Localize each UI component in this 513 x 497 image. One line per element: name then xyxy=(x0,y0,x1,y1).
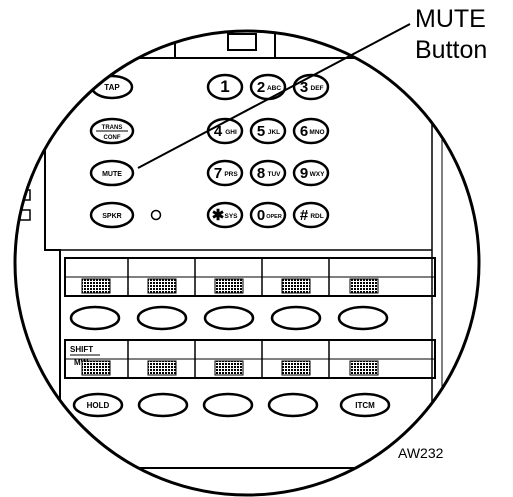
spkr-button[interactable]: SPKR xyxy=(89,201,135,229)
led-indicator xyxy=(147,278,177,294)
led-indicator xyxy=(349,278,379,294)
svg-text:CONF: CONF xyxy=(104,135,121,141)
dial-key-digit: 5 xyxy=(257,123,265,140)
bottom-button-4[interactable] xyxy=(267,392,319,418)
dial-key-digit: ✱ xyxy=(212,207,225,224)
dial-key-tuv[interactable]: 8 TUV xyxy=(249,159,287,187)
dial-key-letters: SYS xyxy=(224,213,238,220)
bottom-button-3[interactable] xyxy=(202,392,254,418)
dial-key-mno[interactable]: 6 MNO xyxy=(292,117,330,145)
dial-key-letters: MNO xyxy=(309,129,324,136)
display-label-digit: DIGIT xyxy=(345,38,381,53)
programmable-button[interactable] xyxy=(270,305,322,331)
dial-key-prs[interactable]: 7 PRS xyxy=(206,159,244,187)
led-indicator xyxy=(214,360,244,376)
callout-label-line1: MUTE xyxy=(415,5,486,33)
phone-diagram: DIGIT TAP TRANS CONF MUTE SPKR 1 2 ABC 3 DE xyxy=(13,5,487,497)
trans-conf-button[interactable]: TRANS CONF xyxy=(89,117,135,145)
programmable-button[interactable] xyxy=(337,305,389,331)
dial-key-abc[interactable]: 2 ABC xyxy=(249,73,287,101)
upper-button-row xyxy=(64,257,436,297)
programmable-button[interactable] xyxy=(69,305,121,331)
svg-text:SPKR: SPKR xyxy=(102,213,121,220)
programmable-button[interactable] xyxy=(203,305,255,331)
dial-key-digit: # xyxy=(300,207,309,224)
upper-led-row xyxy=(81,278,379,294)
led-indicator xyxy=(81,360,111,376)
magnifier-lens xyxy=(13,29,481,497)
dial-key-digit: 0 xyxy=(257,207,265,224)
dial-key-oper[interactable]: 0 OPER xyxy=(249,201,287,229)
bottom-button-2[interactable] xyxy=(137,392,189,418)
dial-key-digit: 2 xyxy=(257,79,265,96)
itcm-button[interactable]: ITCM xyxy=(339,392,391,418)
led-indicator xyxy=(281,360,311,376)
dial-key-def[interactable]: 3 DEF xyxy=(292,73,330,101)
dial-key-digit: 6 xyxy=(300,123,308,140)
dial-key-jkl[interactable]: 5 JKL xyxy=(249,117,287,145)
dial-key-digit: 7 xyxy=(214,165,222,182)
dial-key-letters: OPER xyxy=(266,214,282,220)
svg-text:ITCM: ITCM xyxy=(355,401,375,410)
upper-oval-row xyxy=(69,305,389,331)
dial-key-letters: PRS xyxy=(224,171,238,178)
programmable-button[interactable] xyxy=(136,305,188,331)
callout-label-line2: Button xyxy=(415,36,487,64)
dial-key-letters: RDL xyxy=(310,213,323,220)
dial-key-digit: 1 xyxy=(220,77,229,96)
dial-key-letters: ABC xyxy=(267,85,281,92)
dial-key-letters: DEF xyxy=(311,85,324,92)
mute-button[interactable]: MUTE xyxy=(89,159,135,187)
figure-reference: AW232 xyxy=(398,445,444,461)
svg-text:MUTE: MUTE xyxy=(102,171,122,178)
led-indicator xyxy=(147,360,177,376)
dial-key-letters: TUV xyxy=(268,171,282,178)
dial-key-one[interactable]: 1 xyxy=(206,73,244,101)
dialpad: 1 2 ABC 3 DEF4 GHI 5 JKL 6 MNO7 PRS 8 TUV 9 WXY✱ SYS 0 OP… xyxy=(206,73,330,229)
lower-led-row xyxy=(81,360,379,376)
dial-key-letters: WXY xyxy=(310,171,325,178)
svg-text:TAP: TAP xyxy=(104,83,120,92)
led-indicator xyxy=(281,278,311,294)
magnified-phone: DIGIT TAP TRANS CONF MUTE SPKR 1 2 ABC 3 DE xyxy=(15,31,479,495)
dial-key-wxy[interactable]: 9 WXY xyxy=(292,159,330,187)
dial-key-sys[interactable]: ✱ SYS xyxy=(206,201,244,229)
speaker-led xyxy=(150,209,162,221)
led-indicator xyxy=(214,278,244,294)
led-indicator xyxy=(81,278,111,294)
svg-text:HOLD: HOLD xyxy=(87,401,110,410)
svg-text:TRANS: TRANS xyxy=(102,125,123,131)
svg-text:SHIFT: SHIFT xyxy=(70,345,93,354)
dial-key-letters: GHI xyxy=(225,129,237,136)
dial-key-rdl[interactable]: # RDL xyxy=(292,201,330,229)
dial-key-digit: 9 xyxy=(300,165,308,182)
lower-button-row xyxy=(64,339,436,379)
led-indicator xyxy=(349,360,379,376)
dial-key-digit: 8 xyxy=(257,165,265,182)
dial-key-letters: JKL xyxy=(268,129,280,136)
phone-face-outline xyxy=(44,31,61,495)
hold-button[interactable]: HOLD xyxy=(72,392,124,418)
